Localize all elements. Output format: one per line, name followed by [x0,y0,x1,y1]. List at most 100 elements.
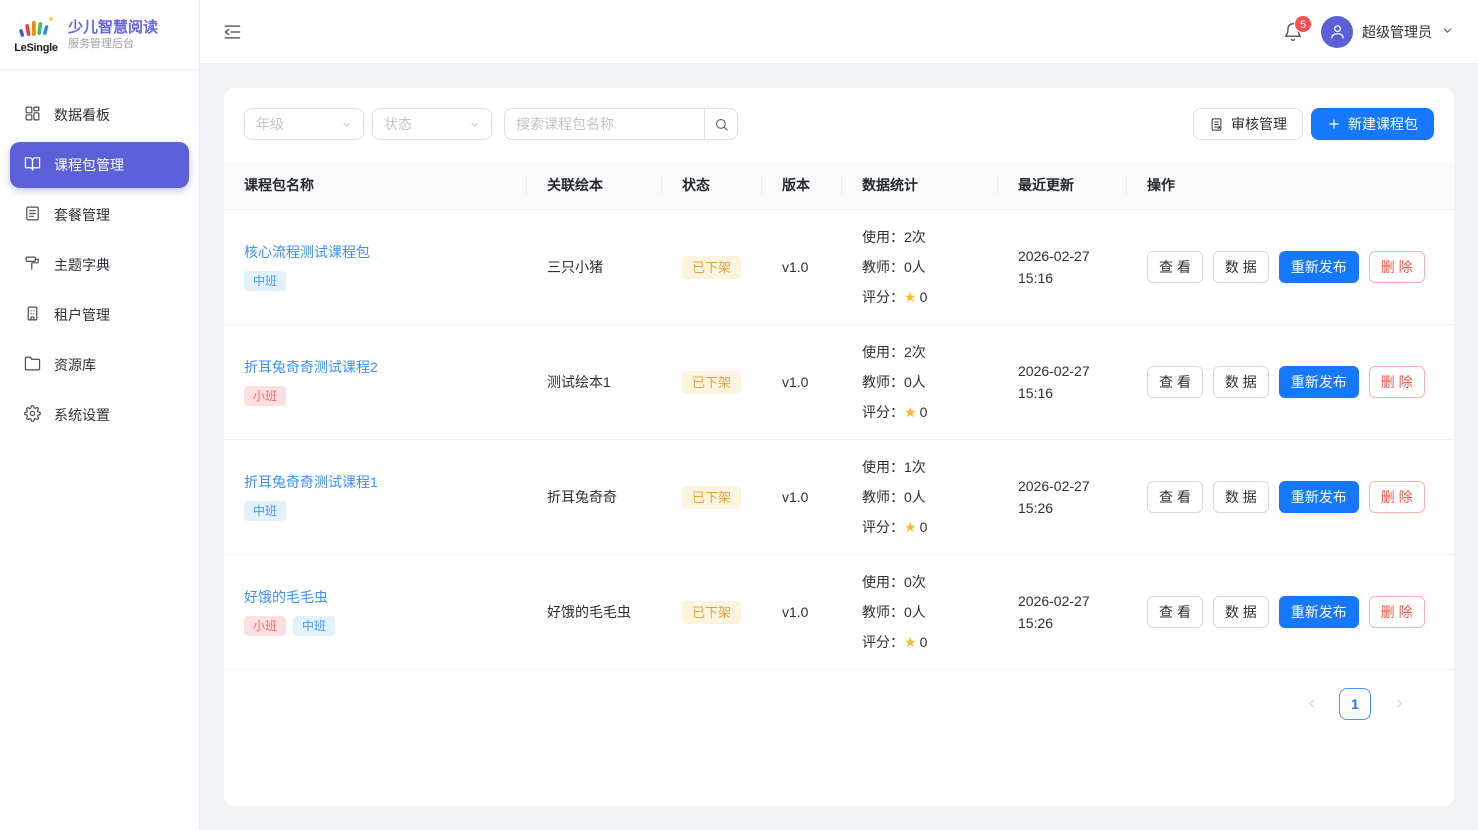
status-badge: 已下架 [682,601,741,624]
book-name: 折耳兔奇奇 [527,439,662,554]
column-header-stats: 数据统计 [842,161,998,209]
view-button[interactable]: 查 看 [1147,366,1203,398]
chevron-down-icon [469,119,480,130]
package-name-link[interactable]: 折耳兔奇奇测试课程2 [244,357,378,377]
create-package-button[interactable]: 新建课程包 [1311,108,1434,140]
column-header-book: 关联绘本 [527,161,662,209]
table-header-row: 课程包名称 关联绘本 状态 版本 数据统计 最近更新 操作 [224,161,1454,209]
grade-tag: 中班 [293,616,335,636]
course-package-table: 课程包名称 关联绘本 状态 版本 数据统计 最近更新 操作 核心流程测试 [224,161,1454,670]
republish-button[interactable]: 重新发布 [1279,481,1359,513]
create-package-label: 新建课程包 [1348,114,1418,134]
grade-tag: 小班 [244,616,286,636]
rating-value: 0 [920,519,928,535]
column-header-updated: 最近更新 [998,161,1127,209]
table-row: 好饿的毛毛虫 小班 中班 好饿的毛毛虫 已下架 v1.0 使用：0次 [224,554,1454,669]
delete-button[interactable]: 删 除 [1369,596,1425,628]
column-header-actions: 操作 [1127,161,1454,209]
data-button[interactable]: 数 据 [1213,251,1269,283]
stats-cell: 使用：2次 教师：0人 评分：★0 [842,209,998,324]
star-icon: ★ [904,289,917,305]
search-icon [714,117,729,132]
next-page-icon[interactable] [1386,691,1412,717]
page-number-button[interactable]: 1 [1339,688,1371,720]
republish-button[interactable]: 重新发布 [1279,596,1359,628]
audit-management-button[interactable]: 审核管理 [1193,108,1303,140]
dashboard-icon [24,105,41,125]
sidebar-item-label: 课程包管理 [54,155,124,175]
status-badge: 已下架 [682,371,741,394]
app-page: LeSingle 少儿智慧阅读 服务管理后台 数据看板 课程包管理 套餐管理 [0,0,1478,830]
sidebar-item-course-packages[interactable]: 课程包管理 [10,142,189,188]
data-button[interactable]: 数 据 [1213,596,1269,628]
actions-cell: 查 看 数 据 重新发布 删 除 [1147,596,1434,628]
table-row: 折耳兔奇奇测试课程2 小班 测试绘本1 已下架 v1.0 使用：2次 教师：0人… [224,324,1454,439]
status-select[interactable]: 状态 [372,108,492,140]
stats-cell: 使用：0次 教师：0人 评分：★0 [842,554,998,669]
data-button[interactable]: 数 据 [1213,481,1269,513]
notification-badge: 5 [1294,15,1312,33]
column-header-status: 状态 [662,161,762,209]
sidebar-item-plans[interactable]: 套餐管理 [10,192,189,238]
book-name: 好饿的毛毛虫 [527,554,662,669]
content-column: 5 超级管理员 年级 [200,0,1478,830]
delete-button[interactable]: 删 除 [1369,251,1425,283]
grade-tag: 中班 [244,501,286,521]
status-select-label: 状态 [384,114,412,134]
column-header-version: 版本 [762,161,842,209]
package-name-link[interactable]: 核心流程测试课程包 [244,242,370,262]
sidebar-item-dashboard[interactable]: 数据看板 [10,92,189,138]
teachers-value: 0人 [904,374,926,390]
notification-bell-icon[interactable]: 5 [1283,22,1303,42]
main-content: 年级 状态 [200,64,1478,830]
user-menu[interactable]: 超级管理员 [1321,16,1454,48]
view-button[interactable]: 查 看 [1147,596,1203,628]
gear-icon [24,405,41,425]
delete-button[interactable]: 删 除 [1369,481,1425,513]
sidebar-item-resources[interactable]: 资源库 [10,342,189,388]
brand-logo: LeSingle 少儿智慧阅读 服务管理后台 [0,0,199,70]
table-row: 核心流程测试课程包 中班 三只小猪 已下架 v1.0 使用：2次 教师：0人 评… [224,209,1454,324]
updated-cell: 2026-02-27 15:16 [998,209,1127,324]
usage-value: 0次 [904,574,926,590]
table-row: 折耳兔奇奇测试课程1 中班 折耳兔奇奇 已下架 v1.0 使用：1次 教师：0人… [224,439,1454,554]
sidebar-item-label: 套餐管理 [54,205,110,225]
delete-button[interactable]: 删 除 [1369,366,1425,398]
status-badge: 已下架 [682,256,741,279]
usage-value: 2次 [904,229,926,245]
republish-button[interactable]: 重新发布 [1279,366,1359,398]
updated-date: 2026-02-27 [1018,590,1107,612]
course-package-card: 年级 状态 [224,88,1454,806]
user-name: 超级管理员 [1362,22,1432,42]
grade-tag: 中班 [244,271,286,291]
search-input[interactable] [504,108,704,140]
menu-fold-icon[interactable] [222,22,242,42]
grade-select[interactable]: 年级 [244,108,364,140]
audit-management-label: 审核管理 [1231,114,1287,134]
teachers-value: 0人 [904,489,926,505]
updated-time: 15:16 [1018,382,1107,404]
sidebar-item-theme-dictionary[interactable]: 主题字典 [10,242,189,288]
republish-button[interactable]: 重新发布 [1279,251,1359,283]
search-button[interactable] [704,108,738,140]
sidebar-item-settings[interactable]: 系统设置 [10,392,189,438]
book-open-icon [24,155,41,175]
version: v1.0 [762,439,842,554]
package-name-link[interactable]: 好饿的毛毛虫 [244,587,328,607]
brand-text: 少儿智慧阅读 服务管理后台 [68,18,158,52]
sidebar-item-tenants[interactable]: 租户管理 [10,292,189,338]
grade-tag: 小班 [244,386,286,406]
package-name-link[interactable]: 折耳兔奇奇测试课程1 [244,472,378,492]
lesingle-logo-icon: LeSingle [14,15,58,54]
updated-cell: 2026-02-27 15:26 [998,439,1127,554]
prev-page-icon[interactable] [1298,691,1324,717]
avatar [1321,16,1353,48]
rating-value: 0 [920,634,928,650]
actions-cell: 查 看 数 据 重新发布 删 除 [1147,251,1434,283]
view-button[interactable]: 查 看 [1147,481,1203,513]
view-button[interactable]: 查 看 [1147,251,1203,283]
filter-toolbar: 年级 状态 [224,108,1454,140]
data-button[interactable]: 数 据 [1213,366,1269,398]
teachers-value: 0人 [904,259,926,275]
stats-cell: 使用：2次 教师：0人 评分：★0 [842,324,998,439]
